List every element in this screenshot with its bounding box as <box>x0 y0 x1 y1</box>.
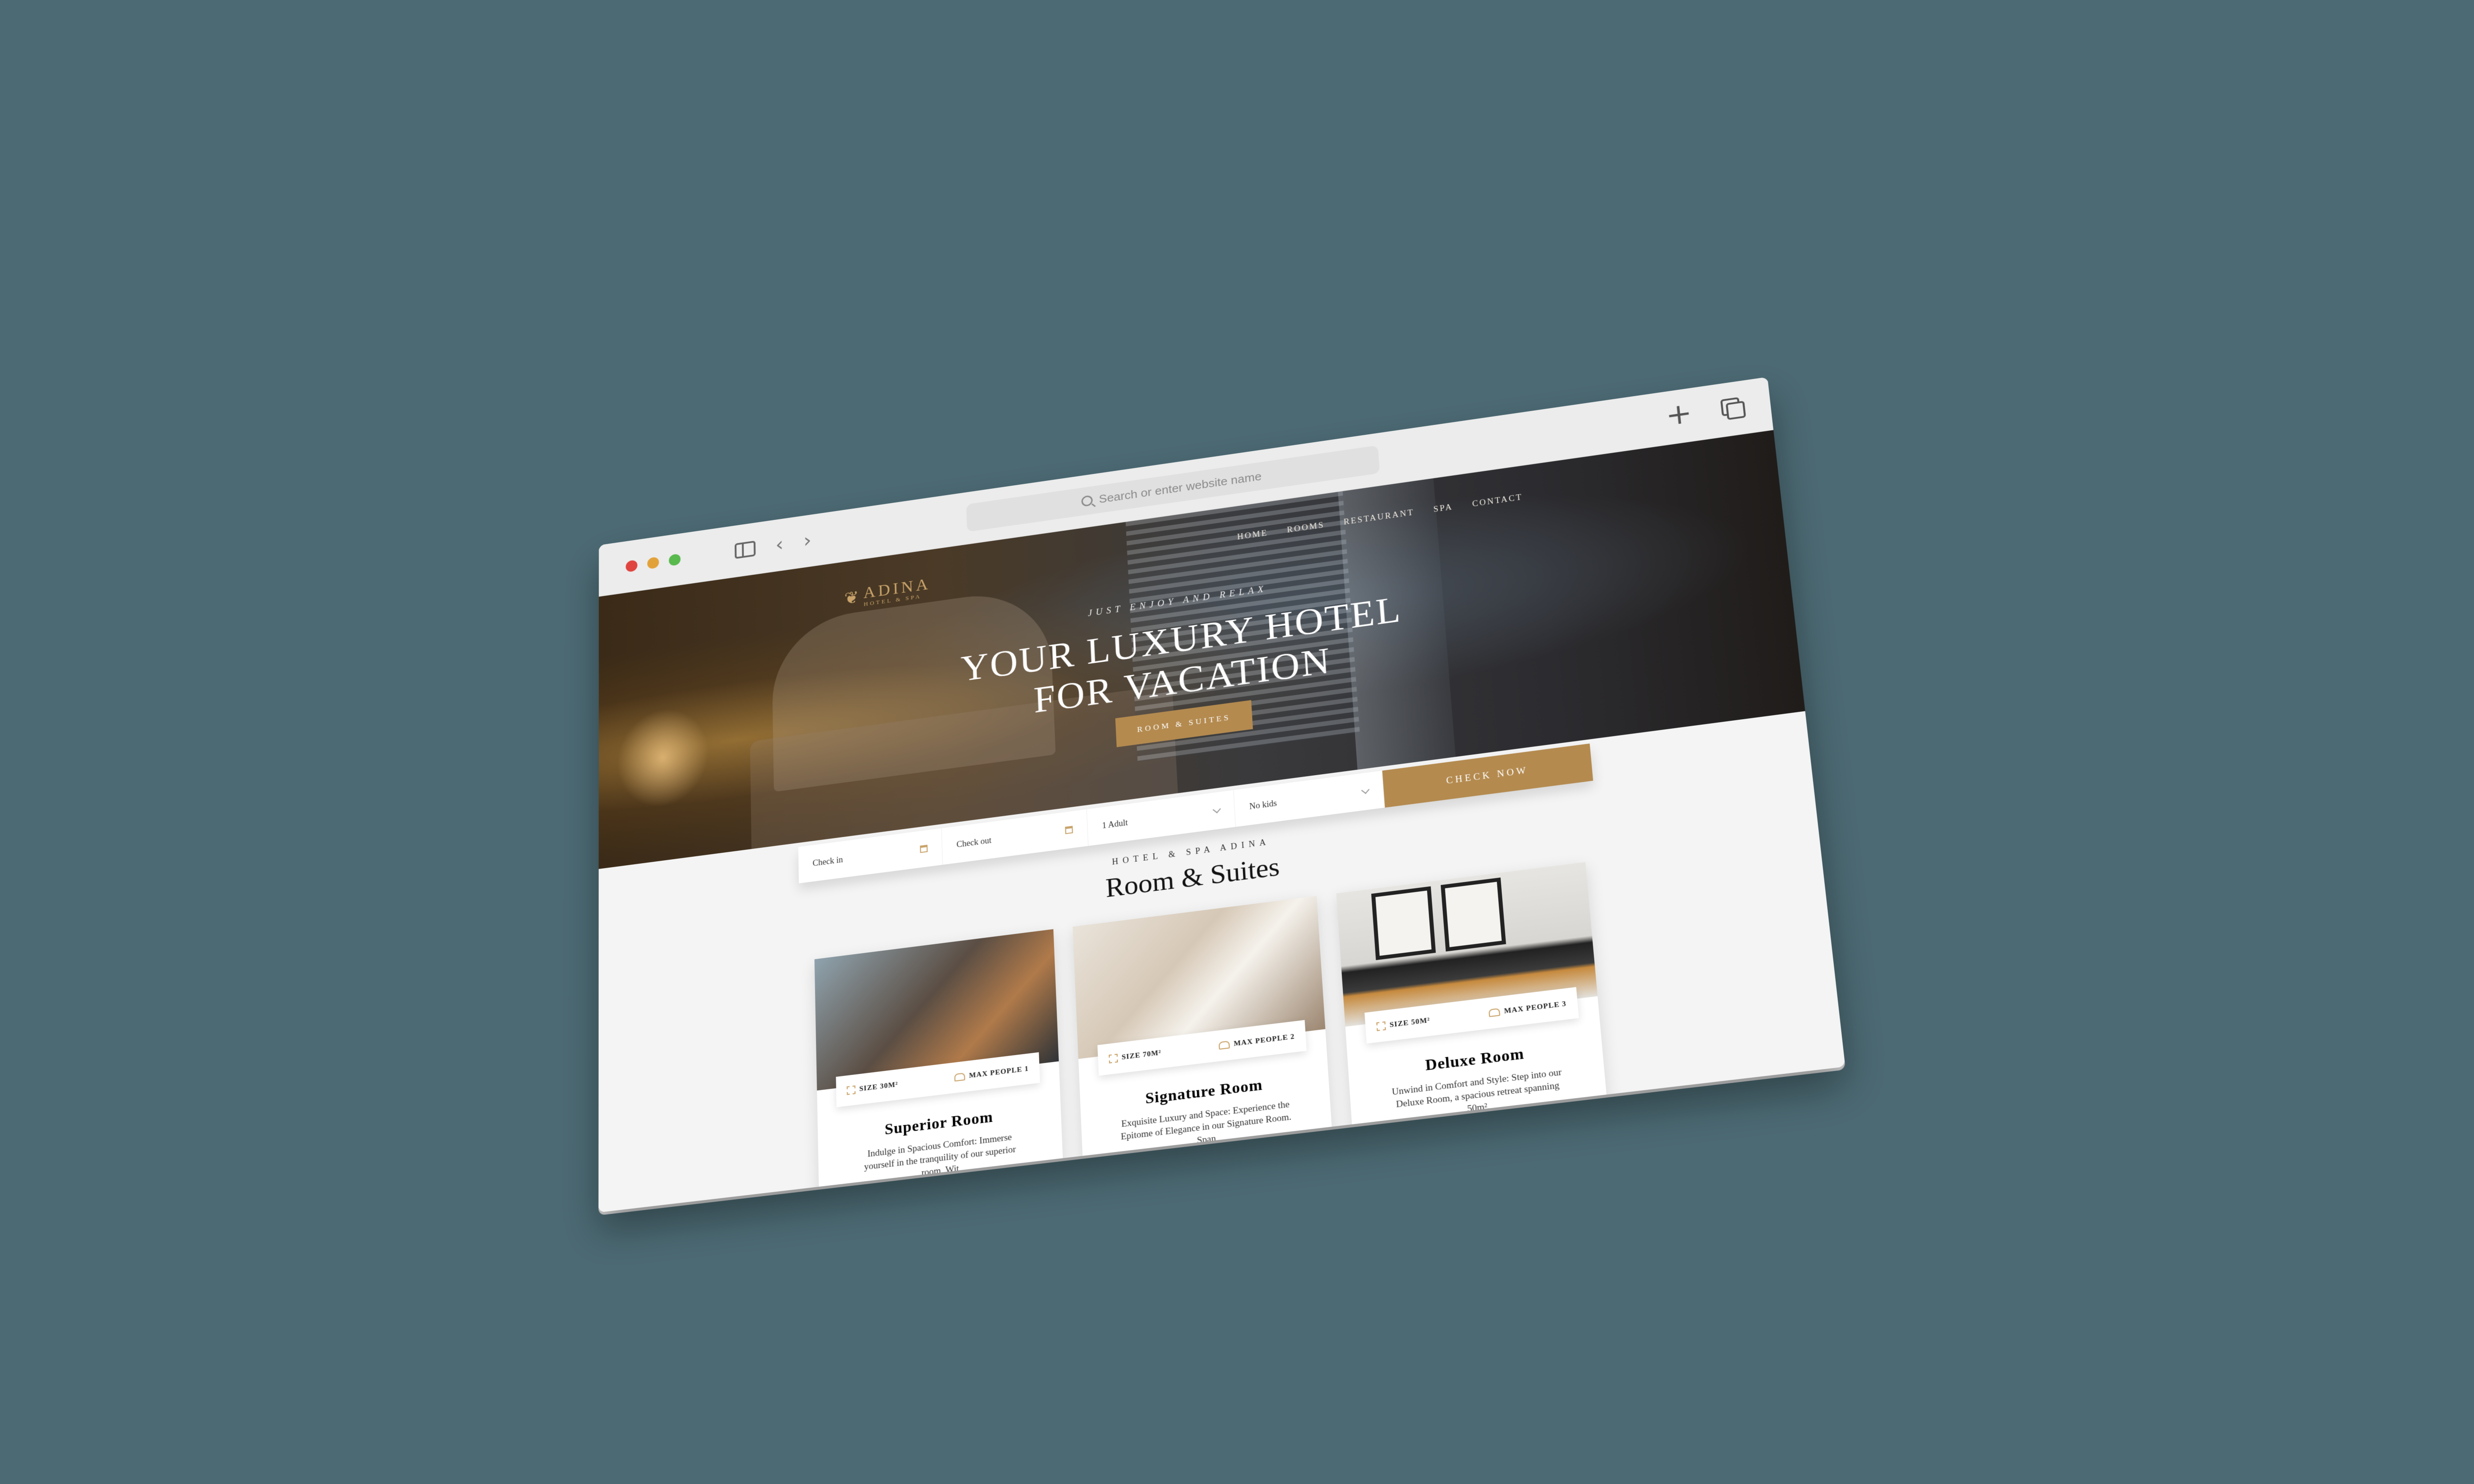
toolbar-actions: + <box>1664 392 1743 433</box>
tab-overview-icon[interactable] <box>1720 397 1742 417</box>
chevron-down-icon <box>1212 805 1221 814</box>
wall-art-frame <box>1440 877 1506 952</box>
wall-art-frame <box>1371 886 1436 960</box>
room-photo: SIZE 70M² MAX PEOPLE 2 <box>1072 896 1326 1076</box>
room-card-deluxe: SIZE 50M² MAX PEOPLE 3 Deluxe Room Unwin… <box>1336 862 1613 1192</box>
room-size: SIZE 50M² <box>1376 1016 1430 1031</box>
room-size: SIZE 70M² <box>1108 1049 1162 1064</box>
browser-window: ‹ › Search or enter website name + ❦ ADI… <box>598 377 1846 1213</box>
check-in-label: Check in <box>812 854 843 868</box>
stage: ‹ › Search or enter website name + ❦ ADI… <box>0 0 2474 1484</box>
room-capacity-label: MAX PEOPLE 2 <box>1233 1032 1295 1048</box>
address-placeholder: Search or enter website name <box>1098 469 1262 506</box>
room-size-label: SIZE 70M² <box>1121 1049 1162 1062</box>
room-photo: SIZE 30M² MAX PEOPLE 1 <box>814 929 1059 1108</box>
close-window-button[interactable] <box>625 559 638 573</box>
new-tab-icon[interactable]: + <box>1664 397 1694 433</box>
sidebar-toggle-icon[interactable] <box>734 540 756 559</box>
lotus-icon: ❦ <box>844 588 859 608</box>
bed-icon <box>1218 1040 1230 1050</box>
bed-icon <box>954 1072 965 1082</box>
room-capacity-label: MAX PEOPLE 3 <box>1504 1000 1567 1015</box>
resize-icon <box>1108 1054 1118 1064</box>
nav-spa[interactable]: SPA <box>1433 502 1453 514</box>
resize-icon <box>847 1085 856 1095</box>
back-arrow-icon[interactable]: ‹ <box>775 533 784 556</box>
room-specs: SIZE 50M² MAX PEOPLE 3 <box>1364 987 1579 1044</box>
room-cards: SIZE 30M² MAX PEOPLE 1 Superior Room Ind… <box>599 833 1846 1213</box>
minimize-window-button[interactable] <box>647 556 659 569</box>
check-out-label: Check out <box>956 835 992 849</box>
kids-value: No kids <box>1249 798 1278 811</box>
adults-value: 1 Adult <box>1101 817 1128 830</box>
logo-text: ADINA HOTEL & SPA <box>863 575 931 608</box>
room-photo: SIZE 50M² MAX PEOPLE 3 <box>1336 862 1598 1044</box>
zoom-window-button[interactable] <box>668 553 681 566</box>
window-controls <box>625 553 681 573</box>
chevron-down-icon <box>1361 786 1370 794</box>
room-capacity: MAX PEOPLE 2 <box>1218 1032 1295 1050</box>
bed-icon <box>1488 1008 1501 1018</box>
room-size-label: SIZE 50M² <box>1389 1016 1430 1029</box>
book-now-button[interactable]: BOOK NOW FROM $220 <box>1125 1150 1293 1198</box>
room-capacity: MAX PEOPLE 1 <box>954 1065 1029 1082</box>
nav-restaurant[interactable]: RESTAURANT <box>1343 508 1415 527</box>
forward-arrow-icon[interactable]: › <box>803 529 811 552</box>
search-icon <box>1081 495 1093 507</box>
room-capacity-label: MAX PEOPLE 1 <box>969 1065 1029 1080</box>
calendar-icon <box>920 844 928 853</box>
nav-home[interactable]: HOME <box>1237 528 1268 542</box>
room-size-label: SIZE 30M² <box>859 1080 899 1093</box>
calendar-icon <box>1065 826 1073 835</box>
room-card-signature: SIZE 70M² MAX PEOPLE 2 Signature Room Ex… <box>1072 896 1336 1213</box>
nav-contact[interactable]: CONTACT <box>1472 492 1523 509</box>
resize-icon <box>1376 1021 1386 1031</box>
book-now-button[interactable]: BOOK NOW FROM $265 <box>1395 1118 1568 1167</box>
room-capacity: MAX PEOPLE 3 <box>1488 1000 1567 1018</box>
book-now-button[interactable]: BOOK NOW FROM $157 <box>859 1181 1024 1213</box>
room-specs: SIZE 70M² MAX PEOPLE 2 <box>1097 1020 1307 1076</box>
room-size: SIZE 30M² <box>847 1080 898 1095</box>
room-card-superior: SIZE 30M² MAX PEOPLE 1 Superior Room Ind… <box>814 929 1066 1213</box>
room-specs: SIZE 30M² MAX PEOPLE 1 <box>836 1052 1040 1108</box>
nav-rooms[interactable]: ROOMS <box>1286 520 1325 535</box>
